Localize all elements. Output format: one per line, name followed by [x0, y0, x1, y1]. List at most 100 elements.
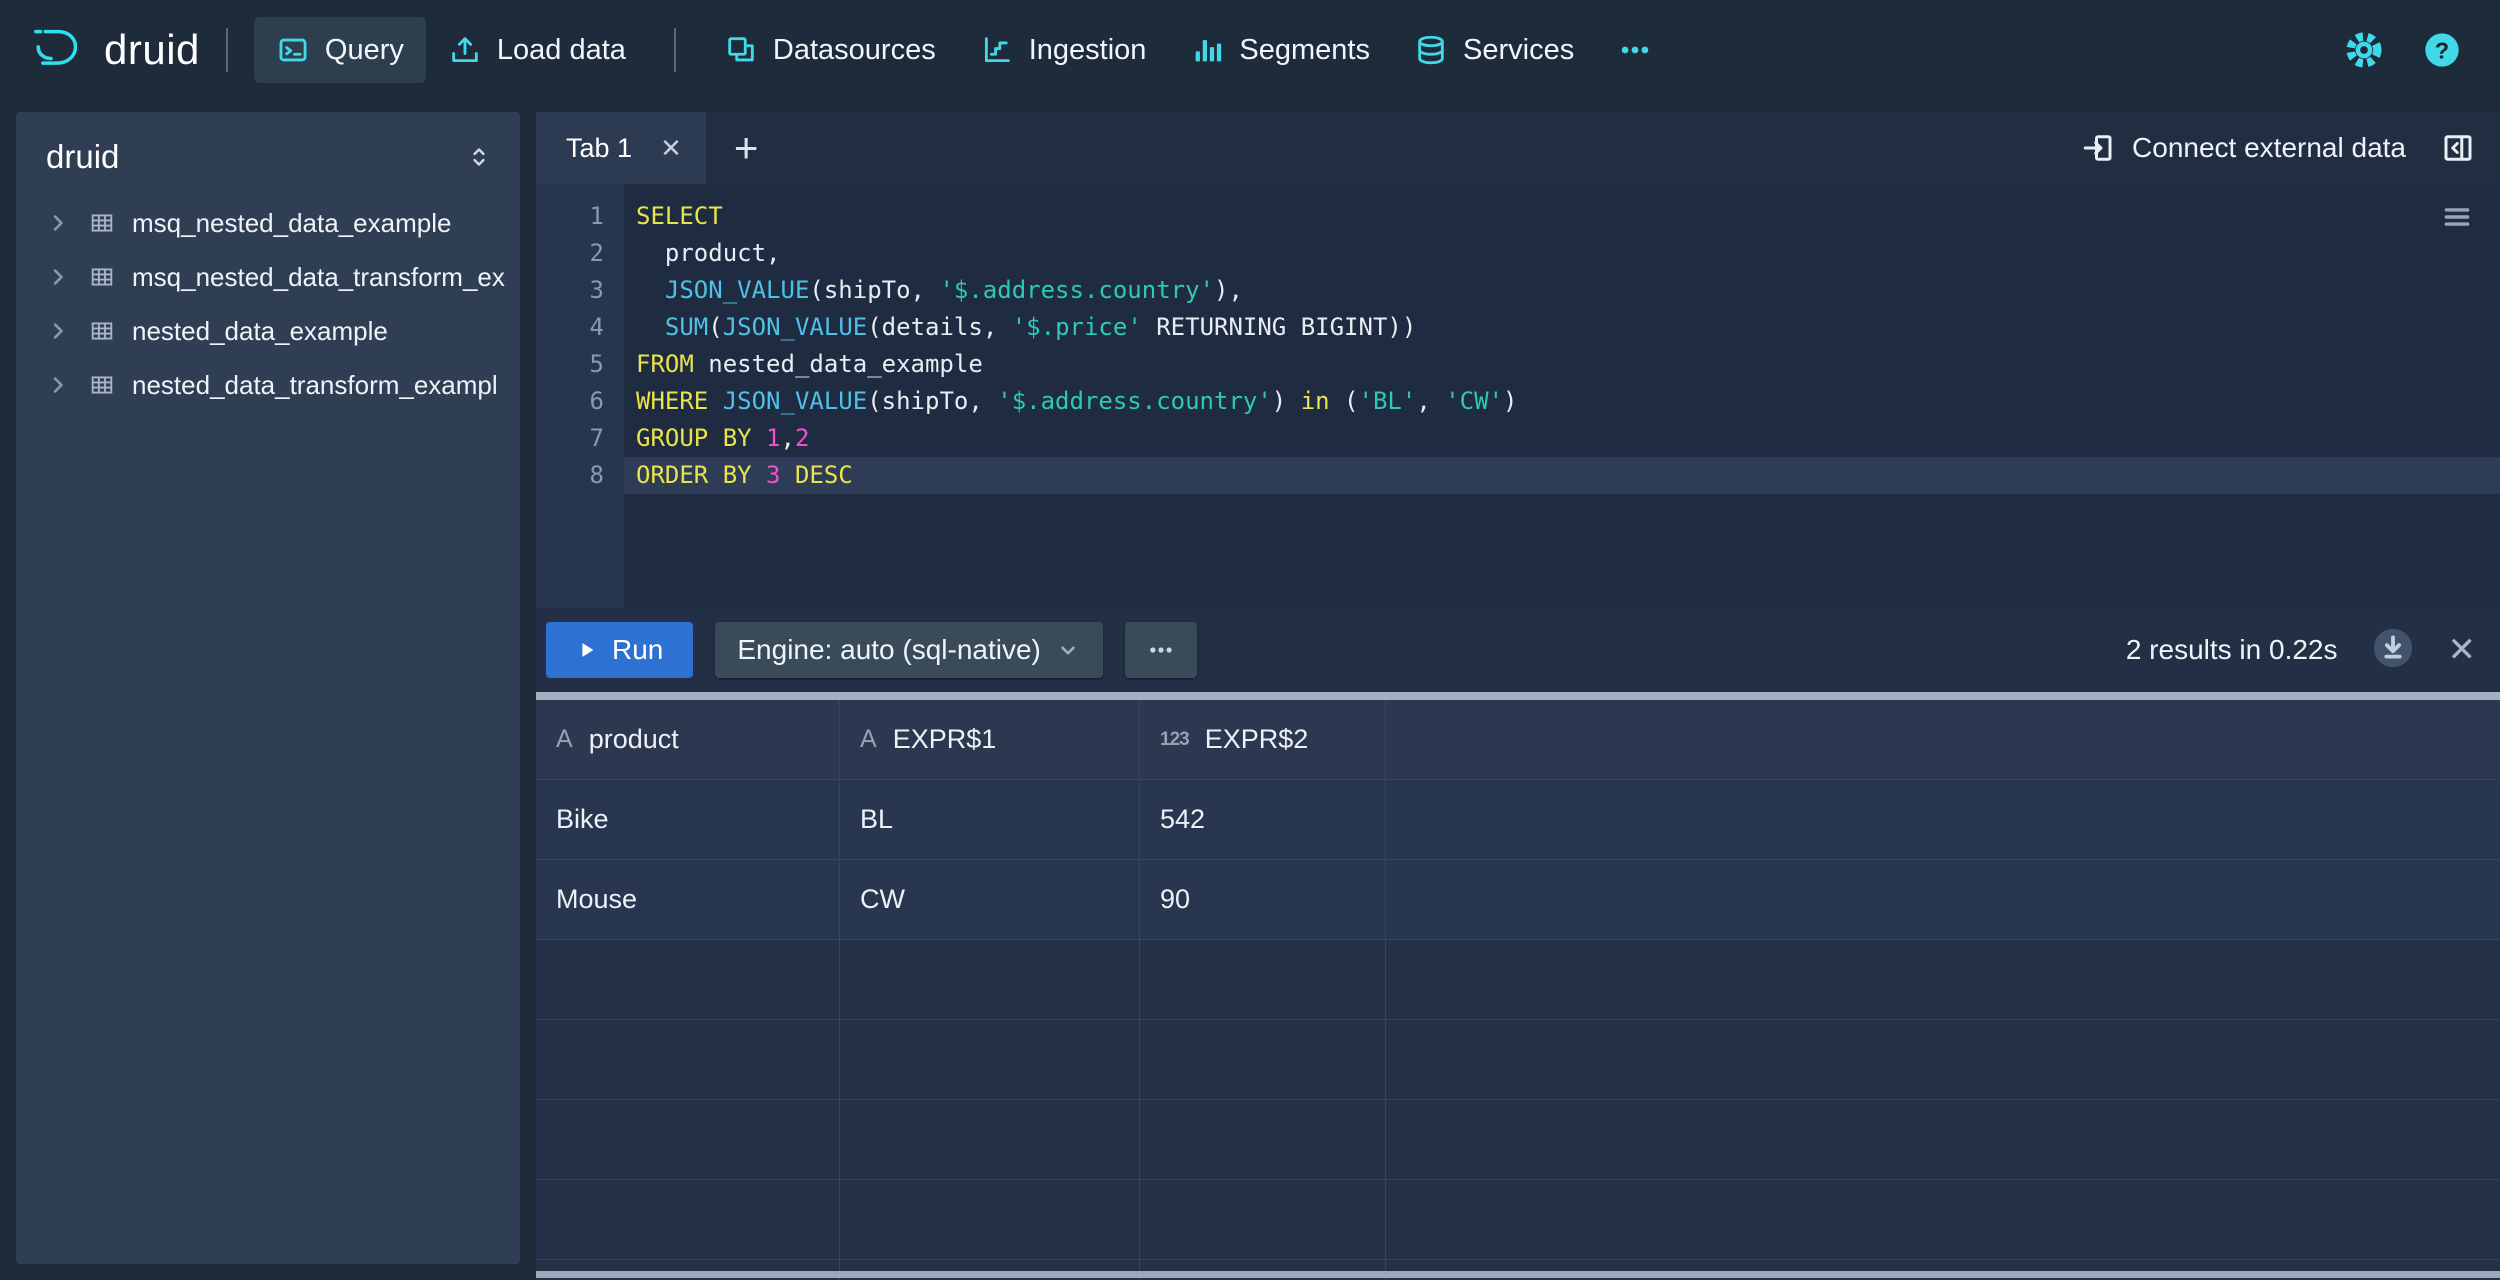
code-line[interactable]: 3 JSON_VALUE(shipTo, '$.address.country'…	[536, 272, 2500, 309]
chevron-right-icon[interactable]	[44, 317, 72, 345]
engine-label: Engine: auto (sql-native)	[737, 634, 1041, 666]
tab-bar: Tab 1 ✕ + Connect external data	[536, 112, 2500, 184]
table-cell[interactable]: 90	[1140, 860, 1386, 939]
code-line[interactable]: 5FROM nested_data_example	[536, 346, 2500, 383]
code-text: GROUP BY 1,2	[624, 420, 809, 457]
chevron-right-icon[interactable]	[44, 371, 72, 399]
nav-item-services[interactable]: Services	[1392, 17, 1596, 83]
column-label: EXPR$1	[893, 724, 997, 755]
tabbar-right: Connect external data	[2080, 130, 2476, 166]
nav-item-label: Services	[1463, 34, 1574, 67]
help-icon[interactable]: ?	[2422, 30, 2462, 70]
string-type-icon: A	[860, 725, 877, 754]
tab-query-1[interactable]: Tab 1 ✕	[536, 112, 706, 184]
empty-cell	[1386, 940, 2500, 1019]
panel-toggle-icon[interactable]	[2440, 130, 2476, 166]
splitter-handle[interactable]	[536, 692, 2500, 700]
empty-row	[536, 940, 2500, 1020]
query-icon	[276, 33, 310, 67]
more-icon	[1147, 636, 1175, 664]
cell-value: 90	[1160, 884, 1190, 915]
empty-cell	[536, 1100, 840, 1179]
nav-item-datasources[interactable]: Datasources	[702, 17, 958, 83]
results-panel: Aproduct A EXPR$1 123EXPR$2 BikeBL 542 Mouse CW…	[536, 700, 2500, 1280]
empty-cell	[1140, 1020, 1386, 1099]
sql-editor-lines: 1SELECT2 product,3 JSON_VALUE(shipTo, '$…	[536, 198, 2500, 494]
table-cell[interactable]: CW	[840, 860, 1140, 939]
table-icon	[88, 263, 116, 291]
line-number: 2	[536, 235, 624, 272]
sort-icon[interactable]	[464, 142, 494, 172]
nav-item-label: Load data	[497, 34, 626, 67]
query-workbench: Tab 1 ✕ + Connect external data 1SELECT2…	[536, 112, 2500, 1280]
nav-item-ingestion[interactable]: Ingestion	[958, 17, 1169, 83]
connect-external-data-button[interactable]: Connect external data	[2080, 130, 2406, 166]
column-header-product[interactable]: Aproduct	[536, 700, 840, 779]
chevron-down-icon	[1055, 637, 1081, 663]
sidebar-item-datasource[interactable]: nested_data_example	[16, 304, 520, 358]
table-icon	[88, 209, 116, 237]
nav-item-segments[interactable]: Segments	[1168, 17, 1392, 83]
code-line[interactable]: 6WHERE JSON_VALUE(shipTo, '$.address.cou…	[536, 383, 2500, 420]
empty-cell	[1140, 1180, 1386, 1259]
table-cell[interactable]: 542	[1140, 780, 1386, 859]
datasource-label: msq_nested_data_example	[132, 208, 451, 239]
header-filler-cell	[1386, 700, 2500, 779]
nav-item-label: Datasources	[773, 34, 936, 67]
gear-icon[interactable]	[2344, 30, 2384, 70]
empty-cell	[840, 940, 1140, 1019]
editor-menu-button[interactable]	[2440, 200, 2474, 234]
tab-label: Tab 1	[566, 133, 632, 164]
sidebar-item-datasource[interactable]: msq_nested_data_example	[16, 196, 520, 250]
cell-value: 542	[1160, 804, 1205, 835]
run-button[interactable]: Run	[546, 622, 693, 678]
services-icon	[1414, 33, 1448, 67]
code-line[interactable]: 8ORDER BY 3 DESC	[536, 457, 2500, 494]
code-line[interactable]: 7GROUP BY 1,2	[536, 420, 2500, 457]
results-table: Aproduct A EXPR$1 123EXPR$2 BikeBL 542 Mouse CW…	[536, 700, 2500, 1280]
table-cell[interactable]: BL	[840, 780, 1140, 859]
empty-cell	[840, 1100, 1140, 1179]
sidebar-header: druid	[16, 112, 520, 196]
code-line[interactable]: 2 product,	[536, 235, 2500, 272]
table-row: BikeBL 542	[536, 780, 2500, 860]
empty-row	[536, 1100, 2500, 1180]
chevron-right-icon[interactable]	[44, 263, 72, 291]
nav-item-load-data[interactable]: Load data	[426, 17, 648, 83]
code-text: SUM(JSON_VALUE(details, '$.price' RETURN…	[624, 309, 1416, 346]
cell-value: CW	[860, 884, 905, 915]
datasource-label: nested_data_transform_exampl	[132, 370, 498, 401]
nav-item-label: Segments	[1239, 34, 1370, 67]
sidebar-item-datasource[interactable]: nested_data_transform_exampl	[16, 358, 520, 412]
nav-item-query[interactable]: Query	[254, 17, 426, 83]
table-cell[interactable]: Mouse	[536, 860, 840, 939]
filler-cell	[1386, 860, 2500, 939]
empty-cell	[1386, 1180, 2500, 1259]
nav-more-button[interactable]	[1596, 17, 1674, 83]
add-tab-button[interactable]: +	[734, 127, 759, 169]
download-results-button[interactable]	[2370, 625, 2416, 676]
line-number: 4	[536, 309, 624, 346]
table-icon	[88, 317, 116, 345]
column-header-EXPR$1[interactable]: A EXPR$1	[840, 700, 1140, 779]
svg-text:?: ?	[2435, 37, 2449, 63]
code-line[interactable]: 4 SUM(JSON_VALUE(details, '$.price' RETU…	[536, 309, 2500, 346]
table-cell[interactable]: Bike	[536, 780, 840, 859]
line-number: 6	[536, 383, 624, 420]
chevron-right-icon[interactable]	[44, 209, 72, 237]
horizontal-scrollbar[interactable]	[536, 1271, 2500, 1278]
tab-close-icon[interactable]: ✕	[660, 133, 682, 164]
code-line[interactable]: 1SELECT	[536, 198, 2500, 235]
empty-cell	[536, 940, 840, 1019]
column-header-EXPR$2[interactable]: 123EXPR$2	[1140, 700, 1386, 779]
engine-dropdown[interactable]: Engine: auto (sql-native)	[715, 622, 1103, 678]
line-number: 7	[536, 420, 624, 457]
run-more-button[interactable]	[1125, 622, 1197, 678]
sidebar-item-datasource[interactable]: msq_nested_data_transform_ex	[16, 250, 520, 304]
run-button-label: Run	[612, 634, 663, 666]
sql-editor[interactable]: 1SELECT2 product,3 JSON_VALUE(shipTo, '$…	[536, 184, 2500, 608]
close-results-icon[interactable]: ✕	[2448, 633, 2477, 667]
brand-text: druid	[104, 26, 200, 74]
druid-logo[interactable]: druid	[30, 20, 200, 81]
empty-cell	[536, 1020, 840, 1099]
